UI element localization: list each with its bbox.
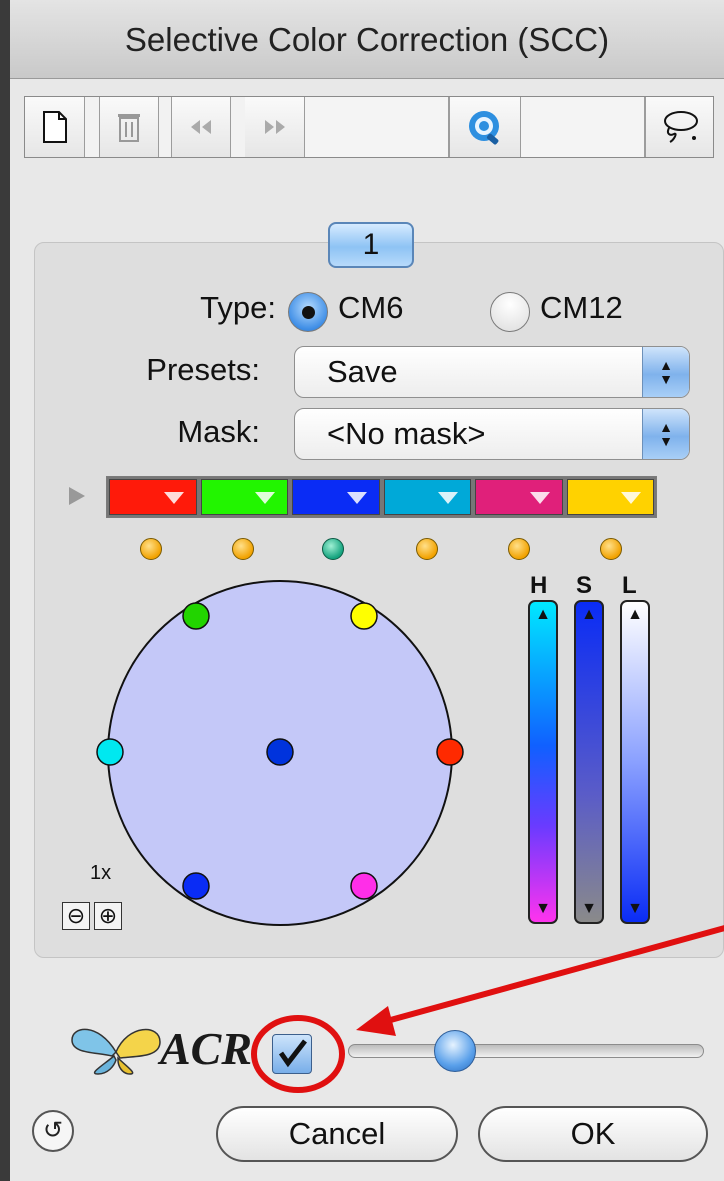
up-arrow-icon[interactable]: ▲ [624, 604, 646, 626]
magenta-handle[interactable] [350, 872, 378, 900]
lasso-button[interactable] [645, 97, 713, 157]
cm12-radio[interactable] [490, 292, 530, 332]
zoom-in-button[interactable]: ⊕ [94, 902, 122, 930]
help-arrow-icon: ↺ [42, 1117, 64, 1144]
yellow-handle[interactable] [350, 602, 378, 630]
next-button[interactable] [245, 97, 305, 157]
cm12-label: CM12 [540, 290, 623, 325]
dropdown-triangle-icon [255, 492, 275, 504]
blue-handle[interactable] [182, 872, 210, 900]
saturation-label: S [576, 572, 593, 599]
new-document-icon [42, 111, 67, 143]
lasso-icon [663, 111, 698, 143]
updown-arrows-icon: ▲ ▼ [642, 409, 689, 459]
up-arrow-icon[interactable]: ▲ [532, 604, 554, 626]
swatch-yellow[interactable] [566, 479, 654, 515]
mask-label: Mask: [177, 414, 260, 449]
butterfly-logo-icon [71, 1028, 161, 1075]
swatch-cyan[interactable] [383, 479, 471, 515]
swatch-indicator-dot [232, 538, 254, 560]
hue-slider[interactable]: ▲ ▼ [528, 600, 558, 924]
tab-1[interactable]: 1 [328, 222, 414, 268]
presets-label: Presets: [146, 352, 260, 387]
red-handle[interactable] [436, 738, 464, 766]
center-handle[interactable] [266, 738, 294, 766]
mask-dropdown[interactable]: <No mask> ▲ ▼ [294, 408, 690, 460]
annotation-arrow [356, 925, 724, 1036]
dropdown-triangle-icon [621, 492, 641, 504]
lightness-slider[interactable]: ▲ ▼ [620, 600, 650, 924]
green-handle[interactable] [182, 602, 210, 630]
swatch-blue[interactable] [292, 479, 380, 515]
zoom-out-button[interactable]: ⊖ [62, 902, 90, 930]
dropdown-triangle-icon [163, 492, 184, 504]
scc-dialog: Selective Color Correction (SCC) 1 Type:… [0, 0, 724, 1181]
swatch-indicator-dot [600, 538, 622, 560]
presets-value: Save [327, 354, 398, 389]
zoom-level: 1x [90, 862, 112, 884]
swatch-indicator-dot-active [322, 538, 344, 560]
previous-button[interactable] [171, 97, 231, 157]
hue-label: H [530, 572, 548, 599]
minus-icon: ⊖ [66, 903, 86, 928]
help-button[interactable]: ↺ [32, 1110, 74, 1152]
toolbar-spacer-2 [521, 97, 645, 157]
preview-button[interactable] [449, 97, 521, 157]
dropdown-triangle-icon [529, 492, 550, 504]
delete-button[interactable] [99, 97, 159, 157]
presets-dropdown[interactable]: Save ▲ ▼ [294, 346, 690, 398]
swatch-red[interactable] [109, 479, 197, 515]
swatch-green[interactable] [200, 479, 288, 515]
updown-arrows-icon: ▲ ▼ [642, 347, 689, 397]
cm6-label: CM6 [338, 290, 404, 325]
swatch-indicator-dot [416, 538, 438, 560]
type-label: Type: [200, 290, 276, 325]
toolbar-spacer [305, 97, 449, 157]
down-arrow-icon[interactable]: ▼ [624, 898, 646, 920]
acr-slider-knob[interactable] [434, 1030, 476, 1072]
preview-magnifier-icon [469, 111, 499, 145]
swatch-indicator-dot [508, 538, 530, 560]
plus-icon: ⊕ [98, 903, 118, 928]
down-arrow-icon[interactable]: ▼ [578, 898, 600, 920]
color-wheel[interactable] [90, 580, 470, 930]
window-title: Selective Color Correction (SCC) [10, 0, 724, 79]
swatch-indicator-dot [140, 538, 162, 560]
cancel-button[interactable]: Cancel [216, 1106, 458, 1162]
fast-forward-icon [264, 120, 285, 134]
lightness-label: L [622, 572, 637, 599]
color-swatch-strip [106, 476, 657, 518]
cm6-radio[interactable] [288, 292, 328, 332]
mask-value: <No mask> [327, 416, 486, 451]
ok-button[interactable]: OK [478, 1106, 708, 1162]
new-document-button[interactable] [25, 97, 85, 157]
dropdown-triangle-icon [438, 492, 458, 504]
trash-icon [118, 114, 140, 142]
dropdown-triangle-icon [346, 492, 367, 504]
highlight-circle-annotation [251, 1015, 345, 1093]
up-arrow-icon[interactable]: ▲ [578, 604, 600, 626]
disclosure-triangle-icon[interactable] [68, 486, 86, 506]
acr-label: ACR [160, 1023, 253, 1074]
toolbar [24, 96, 714, 158]
rewind-icon [191, 120, 211, 134]
cyan-handle[interactable] [96, 738, 124, 766]
acr-slider-track[interactable] [348, 1044, 704, 1058]
down-arrow-icon[interactable]: ▼ [532, 898, 554, 920]
saturation-slider[interactable]: ▲ ▼ [574, 600, 604, 924]
swatch-magenta[interactable] [475, 479, 563, 515]
